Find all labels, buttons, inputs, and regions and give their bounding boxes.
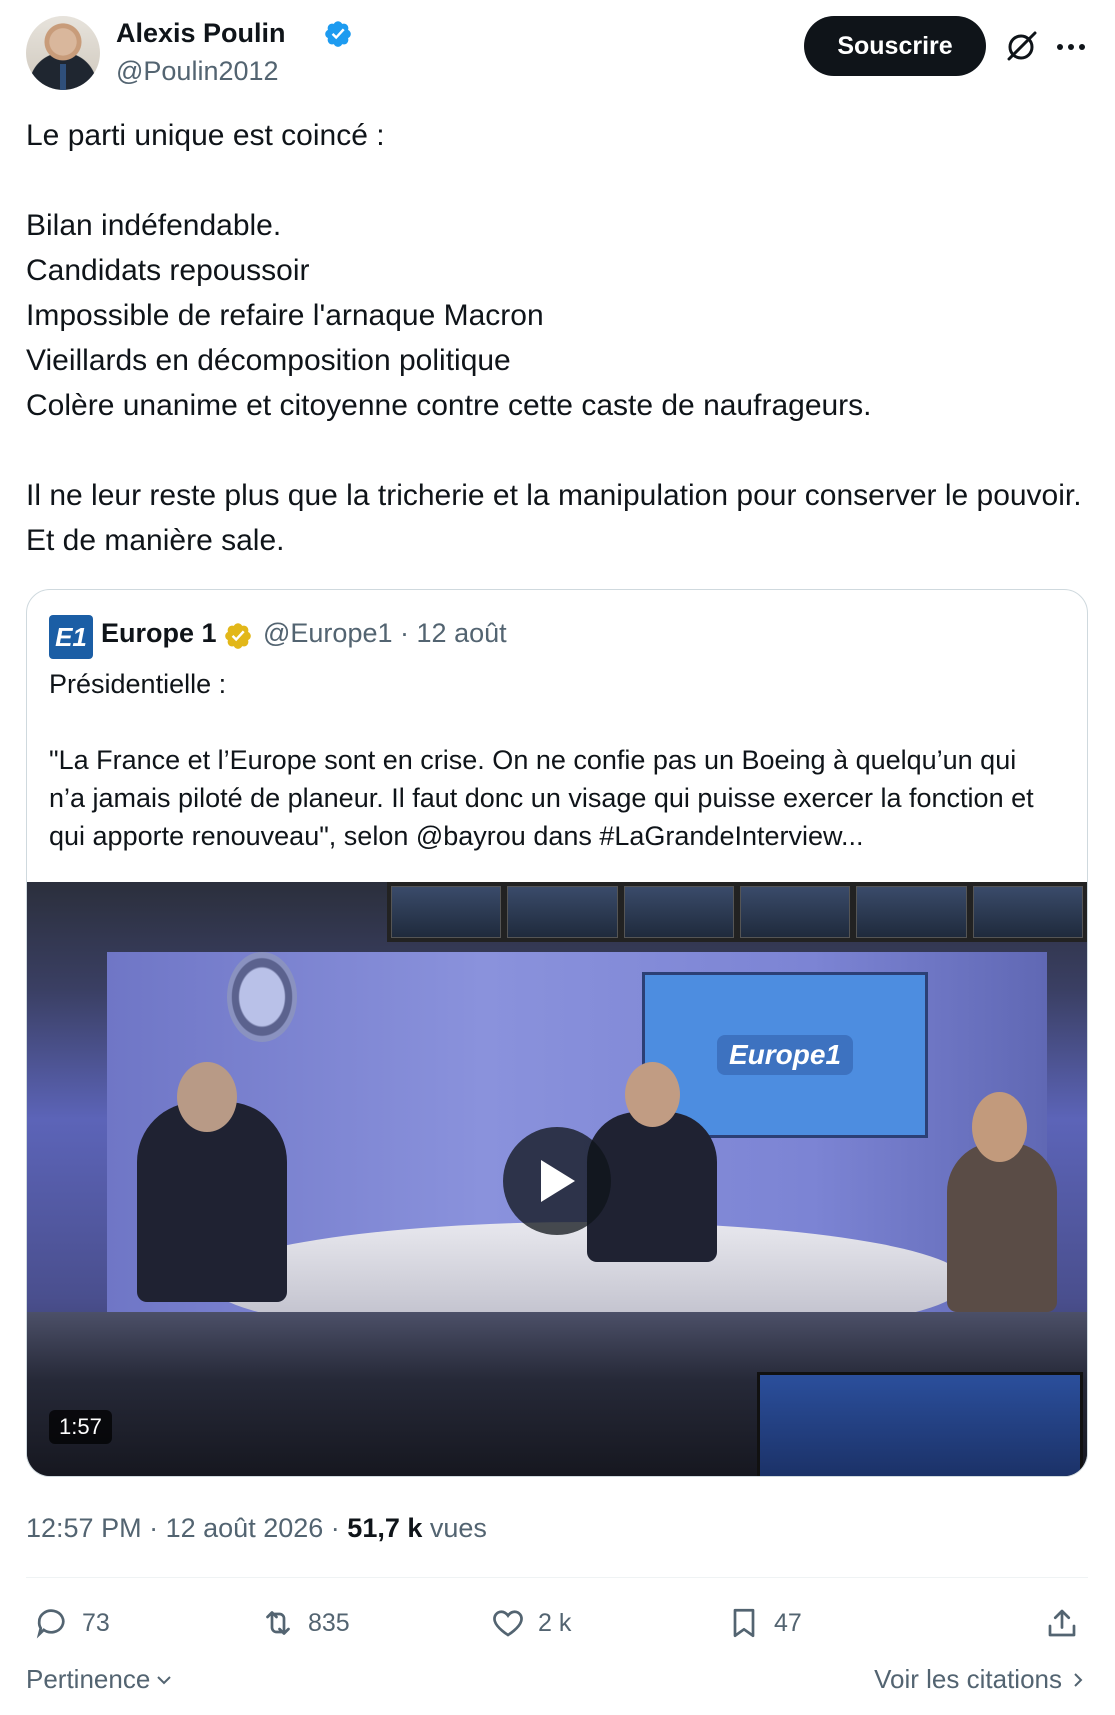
repost-button[interactable]: 835 bbox=[260, 1605, 350, 1641]
video-monitors bbox=[387, 882, 1087, 942]
quoted-tweet[interactable]: E1 Europe 1 @Europe1 · 12 août Président… bbox=[26, 589, 1088, 1477]
post-date[interactable]: 12 août 2026 bbox=[166, 1513, 324, 1543]
tweet-line: Vieillards en décomposition politique bbox=[26, 344, 511, 377]
quoted-handle[interactable]: @Europe1 bbox=[263, 618, 393, 648]
meta-separator: · bbox=[400, 618, 410, 648]
tweet-line: Il ne leur reste plus que la tricherie e… bbox=[26, 479, 1082, 557]
quoted-author-name[interactable]: Europe 1 bbox=[101, 618, 217, 649]
subscribe-button[interactable]: Souscrire bbox=[804, 16, 986, 76]
tweet-line: Impossible de refaire l'arnaque Macron bbox=[26, 299, 544, 332]
video-porthole-window bbox=[227, 952, 297, 1042]
like-count: 2 k bbox=[538, 1608, 572, 1637]
tweet-line: Candidats repoussoir bbox=[26, 254, 310, 287]
quoted-text: Présidentielle : "La France et l’Europe … bbox=[49, 665, 1059, 855]
tweet-line: Bilan indéfendable. bbox=[26, 209, 282, 242]
tweet-text: Le parti unique est coincé : Bilan indéf… bbox=[26, 113, 1088, 563]
verified-gold-badge-icon bbox=[225, 623, 251, 649]
replies-toolbar: Pertinence Voir les citations bbox=[26, 1664, 1088, 1704]
play-button[interactable] bbox=[503, 1127, 611, 1235]
video-europe1-screen: Europe1 bbox=[642, 972, 928, 1138]
repost-count: 835 bbox=[308, 1608, 350, 1637]
quotes-label: Voir les citations bbox=[874, 1664, 1062, 1694]
quoted-meta: @Europe1 · 12 août bbox=[263, 618, 507, 649]
reply-button[interactable]: 73 bbox=[34, 1605, 110, 1641]
meta-separator: · bbox=[149, 1513, 159, 1543]
bookmark-icon bbox=[733, 1608, 755, 1638]
views-count: 51,7 k bbox=[347, 1513, 423, 1543]
video-guest bbox=[137, 1062, 287, 1302]
heart-icon bbox=[493, 1610, 523, 1637]
view-quotes-link[interactable]: Voir les citations bbox=[874, 1664, 1088, 1695]
divider bbox=[26, 1577, 1088, 1578]
tweet-line: Colère unanime et citoyenne contre cette… bbox=[26, 389, 872, 422]
like-button[interactable]: 2 k bbox=[490, 1605, 571, 1641]
reply-count: 73 bbox=[82, 1608, 110, 1637]
reply-icon bbox=[36, 1609, 65, 1639]
video-bottom-screen bbox=[757, 1372, 1083, 1476]
tweet-line: Le parti unique est coincé : bbox=[26, 119, 385, 152]
chevron-down-icon bbox=[157, 1675, 172, 1684]
video-player[interactable]: Europe1 1:57 bbox=[27, 882, 1087, 1476]
screen-brand-text: Europe1 bbox=[716, 1035, 854, 1075]
bookmark-button[interactable]: 47 bbox=[726, 1605, 802, 1641]
author-avatar[interactable] bbox=[26, 16, 100, 90]
video-cohost bbox=[947, 1092, 1057, 1312]
quoted-date[interactable]: 12 août bbox=[417, 618, 507, 648]
sort-dropdown[interactable]: Pertinence bbox=[26, 1664, 174, 1695]
author-name[interactable]: Alexis Poulin bbox=[116, 18, 286, 49]
views-label: vues bbox=[429, 1513, 487, 1543]
play-icon bbox=[541, 1160, 575, 1202]
quoted-line: Présidentielle : bbox=[49, 669, 227, 699]
quoted-line: "La France et l’Europe sont en crise. On… bbox=[49, 745, 1034, 851]
verified-badge-icon bbox=[325, 21, 351, 47]
share-button[interactable] bbox=[1044, 1605, 1080, 1641]
meta-separator: · bbox=[330, 1513, 340, 1543]
bookmark-count: 47 bbox=[774, 1608, 802, 1637]
action-bar: 73 835 2 k 47 bbox=[26, 1605, 1088, 1655]
europe1-avatar[interactable]: E1 bbox=[49, 615, 93, 659]
tweet-timestamp: 12:57 PM · 12 août 2026 · 51,7 k vues bbox=[26, 1513, 487, 1544]
chevron-right-icon bbox=[1074, 1672, 1083, 1687]
share-icon bbox=[1048, 1609, 1076, 1637]
post-time[interactable]: 12:57 PM bbox=[26, 1513, 142, 1543]
tweet-header: Alexis Poulin @Poulin2012 Souscrire bbox=[26, 14, 1088, 94]
more-options-icon[interactable] bbox=[1056, 42, 1086, 52]
author-handle[interactable]: @Poulin2012 bbox=[116, 56, 279, 87]
repost-icon bbox=[266, 1611, 290, 1635]
video-duration: 1:57 bbox=[49, 1410, 112, 1444]
sort-label: Pertinence bbox=[26, 1664, 151, 1694]
grok-icon[interactable] bbox=[1004, 28, 1040, 64]
